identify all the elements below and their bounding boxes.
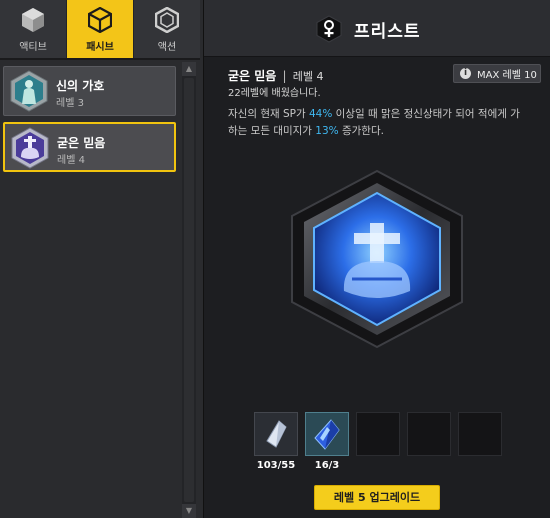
skill-item-firm-faith[interactable]: 굳은 믿음 레벨 4 (3, 122, 176, 172)
white-crystal-icon (266, 420, 287, 448)
skill-item-divine-protection[interactable]: 신의 가호 레벨 3 (3, 66, 176, 116)
class-name: 프리스트 (354, 22, 421, 42)
scroll-up-icon[interactable]: ▲ (182, 62, 196, 76)
desc-highlight-damage: 13% (315, 125, 339, 137)
material-slot-empty (407, 412, 451, 456)
tab-passive[interactable]: 패시브 (67, 0, 134, 58)
scroll-thumb[interactable] (184, 78, 194, 502)
max-level-label: MAX 레벨 10 (477, 70, 537, 81)
scroll-down-icon[interactable]: ▼ (182, 504, 196, 518)
tab-active[interactable]: 액티브 (0, 0, 67, 58)
hexagon-icon (155, 7, 179, 33)
skill-level: 레벨 4 (57, 155, 85, 166)
material-count: 103/55 (256, 460, 296, 471)
skill-name: 신의 가호 (56, 79, 105, 93)
title-separator: | (282, 69, 287, 83)
priest-class-icon (316, 15, 342, 43)
skill-title-level: 레벨 4 (292, 70, 324, 83)
skill-level: 레벨 3 (56, 98, 84, 109)
material-count: 16/3 (314, 460, 340, 471)
material-slot[interactable] (254, 412, 298, 456)
skill-title: 굳은 믿음 | 레벨 4 (228, 67, 324, 84)
skill-type-tabs: 액티브 패시브 액션 (0, 0, 200, 60)
upgrade-button[interactable]: 레벨 5 업그레이드 (314, 485, 440, 510)
blue-crystal-icon (314, 419, 340, 450)
tab-passive-label: 패시브 (86, 42, 114, 53)
skill-large-icon (291, 169, 463, 349)
desc-text: 자신의 현재 SP가 (228, 108, 309, 120)
skill-name: 굳은 믿음 (57, 136, 106, 150)
tab-action-label: 액션 (157, 42, 177, 53)
material-slot-empty (458, 412, 502, 456)
material-slot[interactable] (305, 412, 349, 456)
class-header: 프리스트 (204, 0, 550, 57)
skill-list-panel: 액티브 패시브 액션 신의 가호 레벨 3 굳은 믿음 레벨 4 ▲ ▼ (0, 0, 204, 518)
desc-text: 증가한다. (338, 125, 384, 137)
faith-fist-icon (11, 127, 49, 169)
skill-detail: 굳은 믿음 | 레벨 4 22레벨에 배웠습니다. i MAX 레벨 10 자신… (204, 57, 550, 518)
tab-action[interactable]: 액션 (134, 0, 200, 58)
upgrade-materials: 103/55 16/3 (254, 412, 504, 472)
max-level-badge[interactable]: i MAX 레벨 10 (453, 64, 541, 83)
skill-description: 자신의 현재 SP가 44% 이상일 때 맑은 정신상태가 되어 적에게 가하는… (228, 106, 528, 140)
learned-level-text: 22레벨에 배웠습니다. (228, 88, 321, 99)
cube-icon (22, 8, 44, 32)
goddess-icon (10, 70, 48, 112)
skill-detail-panel: 프리스트 굳은 믿음 | 레벨 4 22레벨에 배웠습니다. i MAX 레벨 … (204, 0, 550, 518)
skill-list-scrollbar[interactable]: ▲ ▼ (182, 62, 196, 518)
material-slot-empty (356, 412, 400, 456)
skill-title-name: 굳은 믿음 (228, 69, 277, 83)
skill-list: 신의 가호 레벨 3 굳은 믿음 레벨 4 (0, 62, 180, 518)
cube-outline-icon (88, 7, 112, 33)
desc-highlight-sp: 44% (308, 108, 333, 120)
tab-active-label: 액티브 (19, 42, 47, 53)
info-icon: i (460, 68, 471, 79)
